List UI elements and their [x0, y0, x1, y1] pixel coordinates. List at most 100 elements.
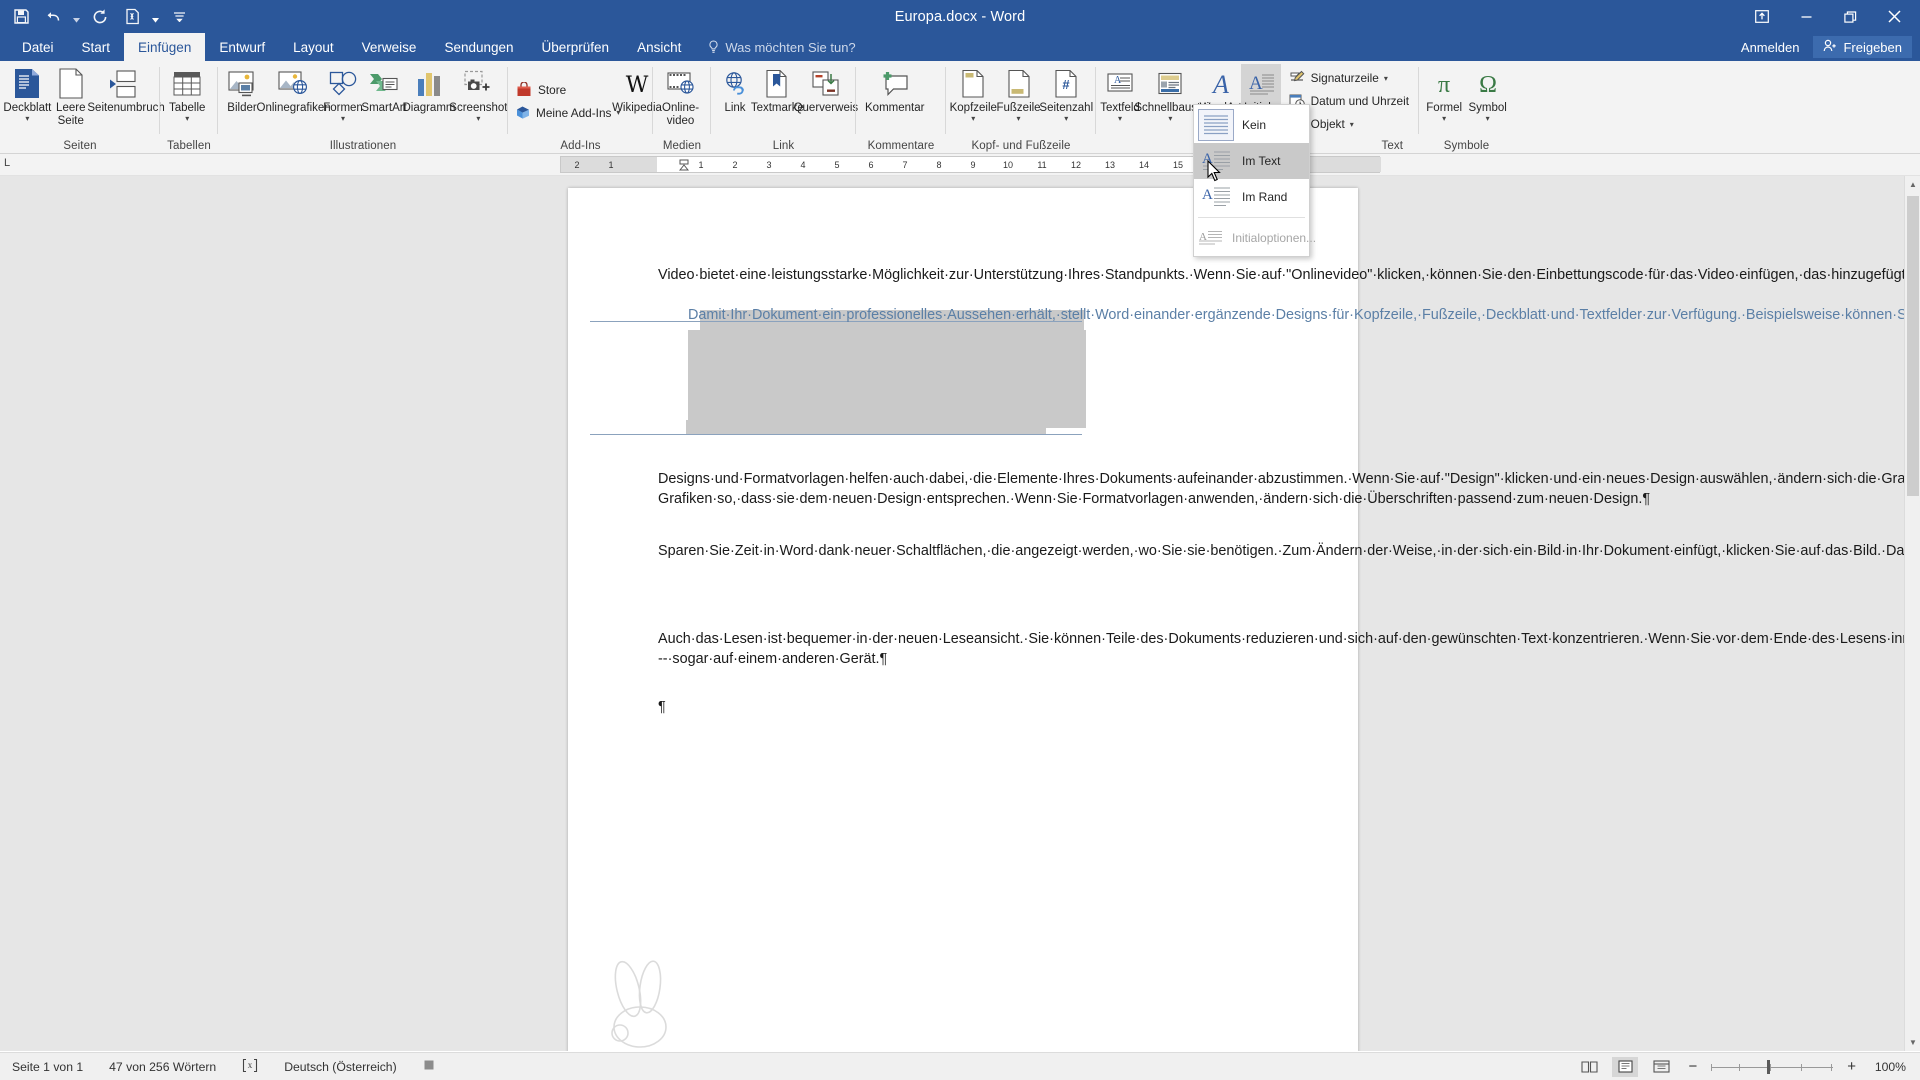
- ribbon-label-objekt: Objekt: [1310, 117, 1345, 131]
- ribbon-button-kopfzeile[interactable]: Kopfzeile ▾: [950, 64, 997, 136]
- tab-ueberpruefen[interactable]: Überprüfen: [528, 33, 624, 61]
- view-read-mode-button[interactable]: [1576, 1057, 1602, 1077]
- view-web-layout-button[interactable]: [1648, 1057, 1674, 1077]
- chevron-down-icon[interactable]: ▾: [971, 114, 975, 122]
- ribbon-button-meine-addins[interactable]: Meine Add-Ins ▾: [512, 101, 620, 124]
- chevron-down-icon[interactable]: ▾: [1384, 74, 1388, 83]
- signin-link[interactable]: Anmelden: [1741, 40, 1800, 55]
- status-page-indicator[interactable]: Seite 1 von 1: [12, 1060, 83, 1074]
- scroll-up-arrow-icon[interactable]: ▲: [1905, 176, 1920, 193]
- ribbon-button-link[interactable]: Link: [715, 64, 755, 136]
- document-paragraph-5[interactable]: ¶: [658, 698, 1258, 718]
- document-paragraph-1[interactable]: Video·bietet·eine·leistungsstarke·Möglic…: [658, 266, 1920, 286]
- link-icon: [721, 67, 749, 100]
- svg-text:A: A: [1202, 187, 1213, 203]
- document-paragraph-2[interactable]: Designs·und·Formatvorlagen·helfen·auch·d…: [658, 470, 1920, 509]
- ribbon-label-tabelle: Tabelle: [169, 102, 206, 114]
- macro-record-icon[interactable]: [423, 1059, 435, 1074]
- vertical-scrollbar[interactable]: ▲ ▼: [1904, 176, 1920, 1051]
- wordart-icon: A: [1208, 67, 1234, 100]
- tab-datei[interactable]: Datei: [8, 33, 68, 61]
- ribbon-group-seiten: Deckblatt ▾ Leere Seite Seitenumbruch Se…: [0, 61, 165, 154]
- document-canvas[interactable]: Video·bietet·eine·leistungsstarke·Möglic…: [0, 176, 1920, 1051]
- ribbon-button-wikipedia[interactable]: W Wikipedia: [612, 64, 662, 136]
- chevron-down-icon[interactable]: ▾: [185, 114, 189, 122]
- tab-einfuegen[interactable]: Einfügen: [124, 33, 206, 61]
- chevron-down-icon[interactable]: ▾: [1118, 114, 1122, 122]
- ribbon-label-link: Link: [724, 102, 746, 114]
- ribbon-button-textfeld[interactable]: A Textfeld ▾: [1100, 64, 1140, 136]
- proofing-errors-icon[interactable]: x: [242, 1058, 258, 1076]
- ribbon-button-formen[interactable]: Formen ▾: [323, 64, 363, 136]
- scroll-down-arrow-icon[interactable]: ▼: [1905, 1034, 1920, 1051]
- document-paragraph-3[interactable]: Sparen·Sie·Zeit·in·Word·dank·neuer·Schal…: [658, 542, 1920, 562]
- status-word-count[interactable]: 47 von 256 Wörtern: [109, 1060, 216, 1074]
- store-icon: [515, 81, 533, 99]
- tab-entwurf[interactable]: Entwurf: [205, 33, 279, 61]
- ribbon-label-screenshot: Screenshot: [449, 102, 508, 114]
- ribbon-button-screenshot[interactable]: Screenshot ▾: [449, 64, 507, 136]
- ribbon-button-deckblatt[interactable]: Deckblatt ▾: [3, 64, 51, 136]
- dropcap-menu-item-initialoptionen[interactable]: A Initialoptionen...: [1194, 220, 1316, 256]
- tab-sendungen[interactable]: Sendungen: [430, 33, 527, 61]
- tab-layout[interactable]: Layout: [279, 33, 348, 61]
- document-page[interactable]: Video·bietet·eine·leistungsstarke·Möglic…: [568, 188, 1920, 1051]
- ribbon-button-diagramm[interactable]: Diagramm: [402, 64, 456, 136]
- zoom-slider-handle[interactable]: [1767, 1059, 1771, 1074]
- ribbon-button-schnellbausteine[interactable]: Schnellbausteine ▾: [1134, 64, 1222, 136]
- chevron-down-icon[interactable]: ▾: [25, 114, 29, 122]
- svg-text:π: π: [1438, 72, 1450, 97]
- ribbon-button-onlinevideo[interactable]: Online-video: [657, 64, 704, 136]
- ribbon-button-smartart[interactable]: SmartArt: [361, 64, 407, 136]
- chevron-down-icon[interactable]: ▾: [1064, 114, 1068, 122]
- zoom-slider[interactable]: [1711, 1059, 1834, 1075]
- ribbon-button-kommentar[interactable]: Kommentar: [860, 64, 929, 136]
- chevron-down-icon[interactable]: ▾: [341, 114, 345, 122]
- chevron-down-icon[interactable]: ▾: [1017, 114, 1021, 122]
- tab-verweise[interactable]: Verweise: [348, 33, 431, 61]
- scrollbar-thumb[interactable]: [1907, 196, 1919, 496]
- ribbon-button-signaturzeile[interactable]: Signaturzeile ▾: [1285, 67, 1415, 90]
- ribbon-button-symbol[interactable]: Ω Symbol ▾: [1465, 64, 1510, 136]
- dropcap-menu-item-kein[interactable]: Kein: [1194, 107, 1309, 143]
- ribbon-display-options-icon[interactable]: [1740, 1, 1784, 32]
- minimize-icon[interactable]: [1784, 1, 1828, 32]
- chevron-down-icon[interactable]: ▾: [1442, 114, 1446, 122]
- chevron-down-icon[interactable]: ▾: [1486, 114, 1490, 122]
- zoom-in-button[interactable]: +: [1843, 1058, 1860, 1075]
- ribbon-groups: Deckblatt ▾ Leere Seite Seitenumbruch Se…: [0, 61, 1920, 154]
- ribbon-button-querverweis[interactable]: Querverweis: [794, 64, 858, 136]
- chevron-down-icon[interactable]: ▾: [476, 114, 480, 122]
- chevron-down-icon[interactable]: ▾: [1168, 114, 1172, 122]
- zoom-out-button[interactable]: −: [1684, 1058, 1701, 1075]
- ribbon-label-kommentar: Kommentar: [865, 102, 925, 114]
- title-bar: Europa.docx - Word: [0, 0, 1920, 33]
- restore-icon[interactable]: [1828, 1, 1872, 32]
- ribbon-button-fusszeile[interactable]: Fußzeile ▾: [996, 64, 1041, 136]
- ribbon-button-seitenzahl[interactable]: # Seitenzahl ▾: [1039, 64, 1093, 136]
- ribbon-button-formel[interactable]: π Formel ▾: [1423, 64, 1465, 136]
- tell-me-search[interactable]: Was möchten Sie tun?: [695, 33, 867, 61]
- share-button[interactable]: Freigeben: [1813, 36, 1912, 58]
- chart-icon: [415, 67, 443, 100]
- pullquote-text[interactable]: Damit·Ihr·Dokument·ein·professionelles·A…: [688, 306, 1920, 326]
- ribbon-button-bilder[interactable]: Bilder: [222, 64, 262, 136]
- ribbon-button-leere-seite[interactable]: Leere Seite: [51, 64, 91, 136]
- tab-ansicht[interactable]: Ansicht: [623, 33, 695, 61]
- ribbon-button-onlinegrafiken[interactable]: Onlinegrafiken: [257, 64, 331, 136]
- document-paragraph-4[interactable]: Auch·das·Lesen·ist·bequemer·in·der·neuen…: [658, 630, 1920, 669]
- ruler-row: L 2 1 1 2 3 4 5 6 7 8 9 10 11 12 13 14 1…: [0, 154, 1920, 176]
- chevron-down-icon[interactable]: ▾: [1350, 120, 1354, 129]
- ribbon-button-textmarke[interactable]: Textmarke: [751, 64, 804, 136]
- ribbon-button-store[interactable]: Store: [512, 78, 617, 101]
- ribbon-button-seitenumbruch[interactable]: Seitenumbruch: [87, 64, 165, 136]
- ribbon-group-illustrationen: Bilder Onlinegrafiken Formen ▾ SmartArt …: [218, 61, 508, 154]
- tab-start[interactable]: Start: [68, 33, 125, 61]
- ribbon-label-diagramm: Diagramm: [402, 102, 456, 114]
- tab-stop-selector[interactable]: L: [4, 157, 10, 169]
- close-icon[interactable]: [1872, 1, 1916, 32]
- ribbon-button-tabelle[interactable]: Tabelle ▾: [164, 64, 210, 136]
- view-print-layout-button[interactable]: [1612, 1056, 1639, 1077]
- zoom-level-label[interactable]: 100%: [1870, 1060, 1906, 1074]
- status-language[interactable]: Deutsch (Österreich): [284, 1060, 396, 1074]
